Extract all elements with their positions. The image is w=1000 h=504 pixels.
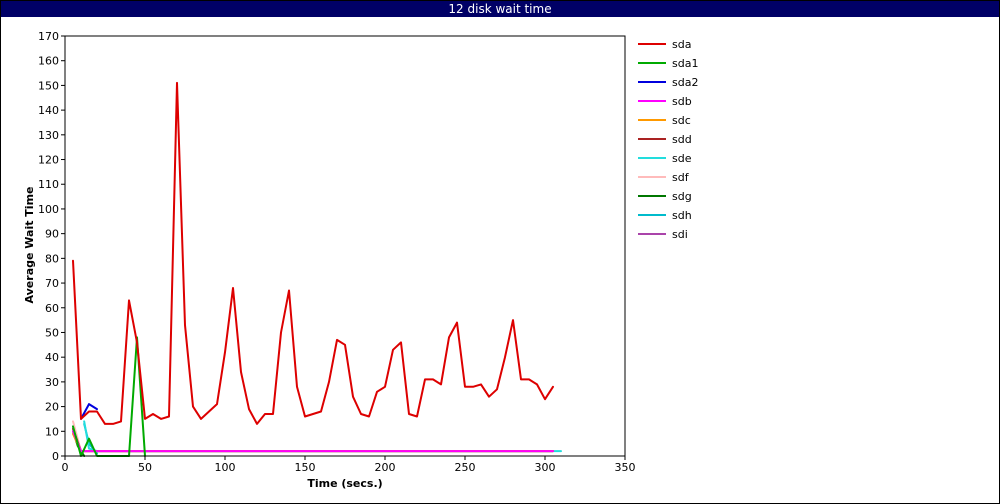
legend-label-sdg: sdg (672, 190, 692, 203)
x-tick-label: 200 (375, 461, 396, 474)
y-tick-label: 70 (45, 277, 59, 290)
x-tick-label: 0 (62, 461, 69, 474)
legend-label-sdb: sdb (672, 95, 692, 108)
y-tick-label: 30 (45, 376, 59, 389)
y-tick-label: 110 (38, 178, 59, 191)
legend-label-sda2: sda2 (672, 76, 698, 89)
legend-label-sdi: sdi (672, 228, 688, 241)
legend-label-sda1: sda1 (672, 57, 698, 70)
x-tick-label: 150 (295, 461, 316, 474)
y-tick-label: 150 (38, 79, 59, 92)
x-tick-label: 250 (455, 461, 476, 474)
legend-label-sdh: sdh (672, 209, 692, 222)
y-tick-label: 170 (38, 30, 59, 43)
x-axis-label: Time (secs.) (307, 477, 382, 490)
y-tick-label: 10 (45, 425, 59, 438)
y-tick-label: 120 (38, 154, 59, 167)
legend-label-sde: sde (672, 152, 692, 165)
disk-wait-chart: 0 10 20 30 40 50 60 70 80 90 100 110 120 130 140 150 160… (23, 30, 698, 490)
y-tick-label: 40 (45, 351, 59, 364)
y-tick-label: 50 (45, 326, 59, 339)
legend-label-sdd: sdd (672, 133, 692, 146)
x-tick-label: 50 (138, 461, 152, 474)
x-tick-label: 100 (215, 461, 236, 474)
legend: sda sda1 sda2 sdb sdc sdd sde sdf sdg sdh sdi (638, 38, 698, 241)
y-tick-label: 90 (45, 228, 59, 241)
legend-label-sdf: sdf (672, 171, 690, 184)
y-tick-label: 100 (38, 203, 59, 216)
x-tick-label: 300 (535, 461, 556, 474)
x-tick-label: 350 (615, 461, 636, 474)
y-tick-label: 80 (45, 252, 59, 265)
y-tick-label: 20 (45, 401, 59, 414)
y-tick-label: 0 (52, 450, 59, 463)
y-axis-label: Average Wait Time (23, 187, 36, 304)
y-tick-label: 140 (38, 104, 59, 117)
y-tick-label: 130 (38, 129, 59, 142)
y-tick-label: 160 (38, 55, 59, 68)
legend-label-sdc: sdc (672, 114, 691, 127)
y-tick-label: 60 (45, 302, 59, 315)
legend-label-sda: sda (672, 38, 691, 51)
